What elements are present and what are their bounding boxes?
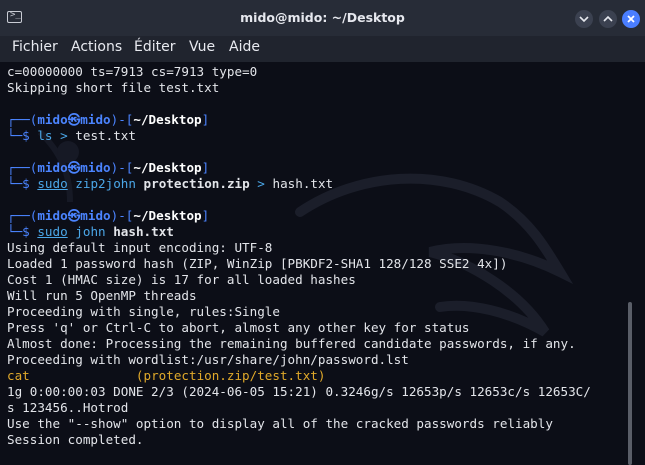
minimize-button[interactable] <box>575 10 593 28</box>
output-line: Press 'q' or Ctrl-C to abort, almost any… <box>7 320 470 335</box>
terminal-window: >_ mido@mido: ~/Desktop Fichier Actions … <box>0 0 645 465</box>
output-line: Will run 5 OpenMP threads <box>7 288 197 303</box>
output-line: Cost 1 (HMAC size) is 17 for all loaded … <box>7 272 356 287</box>
output-line: Skipping short file test.txt <box>7 80 220 95</box>
output-line: Proceeding with wordlist:/usr/share/john… <box>7 352 409 367</box>
output-line: Use the "--show" option to display all o… <box>7 416 553 431</box>
menu-actions[interactable]: Actions <box>71 39 122 55</box>
cracked-file: (protection.zip/test.txt) <box>135 368 326 383</box>
terminal-output[interactable]: c=00000000 ts=7913 cs=7913 type=0 Skippi… <box>0 62 645 465</box>
cracked-password-line: cat (protection.zip/test.txt) <box>7 368 325 384</box>
menu-aide[interactable]: Aide <box>229 39 260 55</box>
output-line: Session completed. <box>7 432 144 447</box>
window-title: mido@mido: ~/Desktop <box>240 10 405 25</box>
output-line: s 123456..Hotrod <box>7 400 129 415</box>
menu-bar: Fichier Actions Éditer Vue Aide <box>0 36 645 62</box>
maximize-button[interactable] <box>599 10 617 28</box>
output-line: 1g 0:00:00:03 DONE 2/3 (2024-06-05 15:21… <box>7 384 591 399</box>
output-line: c=00000000 ts=7913 cs=7913 type=0 <box>7 64 258 79</box>
command-line: └─$ ls > test.txt <box>7 128 136 143</box>
prompt-line: ┌──(mido㉿mido)-[~/Desktop] <box>7 208 210 223</box>
close-icon <box>627 15 635 23</box>
menu-fichier[interactable]: Fichier <box>12 39 58 55</box>
menu-editer[interactable]: Éditer <box>134 39 175 55</box>
output-line: Loaded 1 password hash (ZIP, WinZip [PBK… <box>7 256 508 271</box>
chevron-down-icon <box>579 16 589 23</box>
close-button[interactable] <box>622 10 640 28</box>
prompt-line: ┌──(mido㉿mido)-[~/Desktop] <box>7 112 210 127</box>
prompt-line: ┌──(mido㉿mido)-[~/Desktop] <box>7 160 210 175</box>
output-line: Using default input encoding: UTF-8 <box>7 240 273 255</box>
command-line: └─$ sudo zip2john protection.zip > hash.… <box>7 176 334 191</box>
chevron-up-icon <box>603 15 613 22</box>
cracked-password: cat <box>7 368 30 383</box>
title-bar[interactable]: >_ mido@mido: ~/Desktop <box>0 0 645 36</box>
menu-vue[interactable]: Vue <box>189 39 215 55</box>
scrollbar[interactable] <box>628 302 632 465</box>
output-line: Almost done: Processing the remaining bu… <box>7 336 576 351</box>
output-line: Proceeding with single, rules:Single <box>7 304 280 319</box>
command-line: └─$ sudo john hash.txt <box>7 224 174 239</box>
